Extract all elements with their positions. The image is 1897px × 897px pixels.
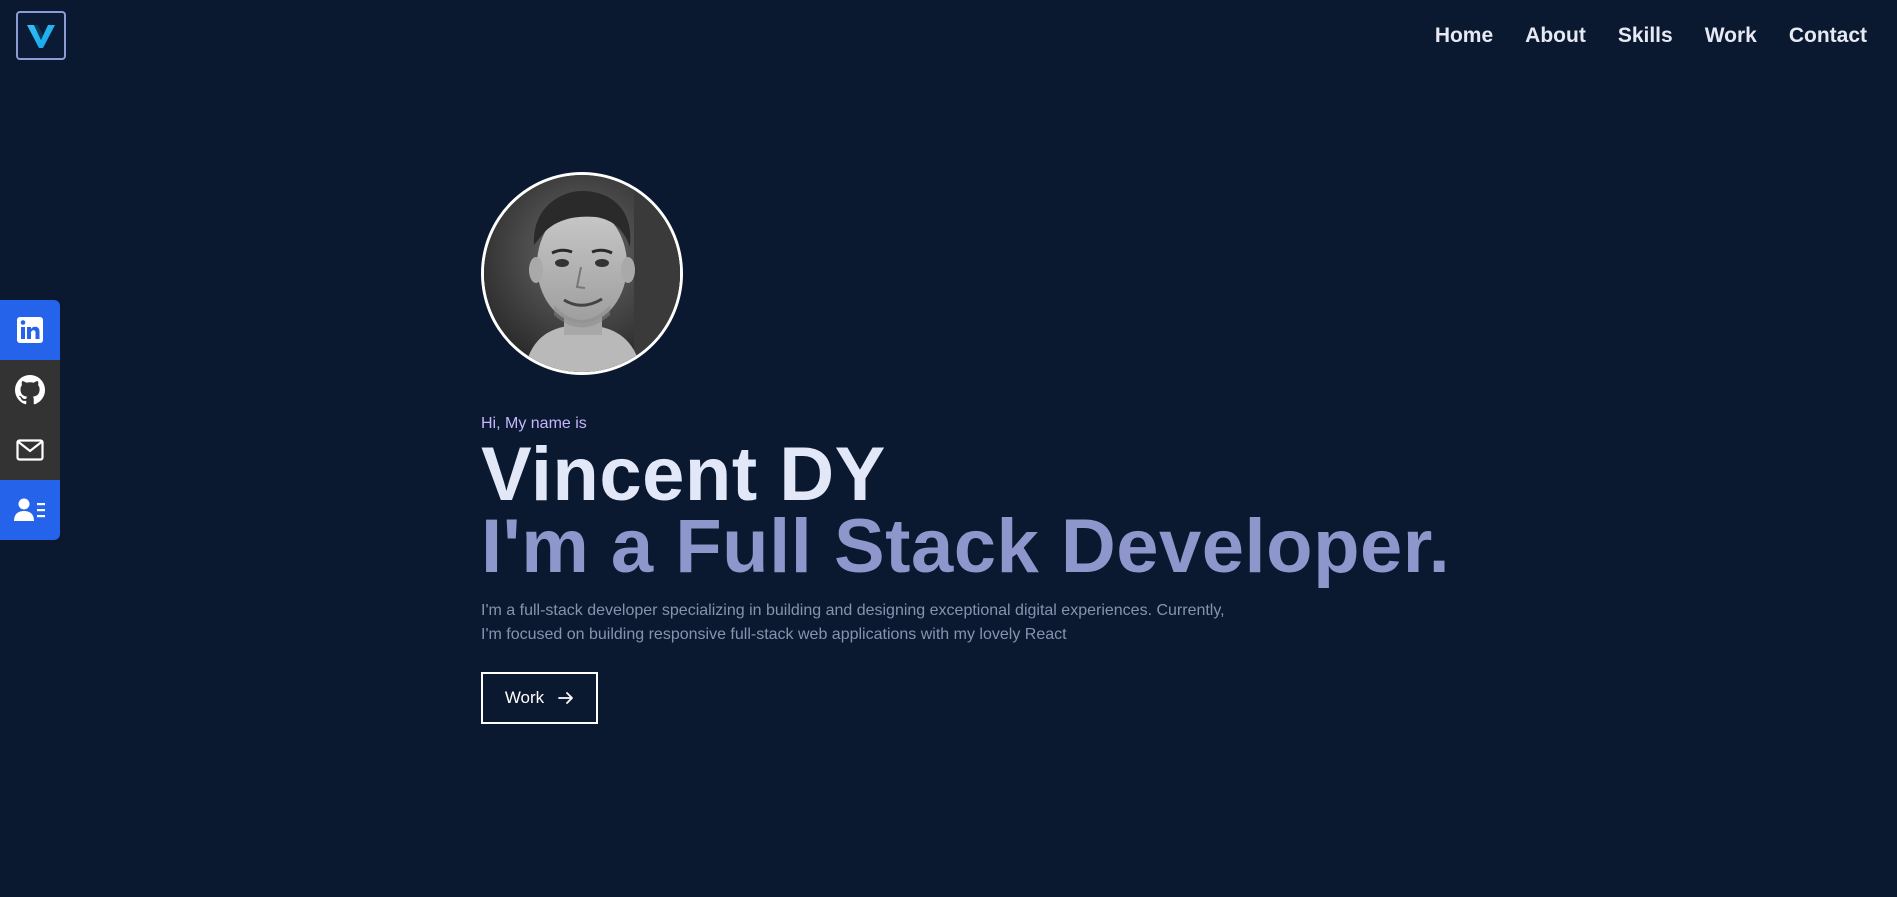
email-link[interactable]	[0, 420, 60, 480]
social-sidebar	[0, 300, 60, 540]
hero-description-line-2: I'm focused on building responsive full-…	[481, 626, 1067, 643]
site-logo[interactable]	[16, 11, 66, 60]
nav-home[interactable]: Home	[1435, 24, 1493, 48]
main-nav: Home About Skills Work Contact	[1435, 24, 1867, 48]
hero-title: I'm a Full Stack Developer.	[481, 504, 1451, 589]
nav-work[interactable]: Work	[1705, 24, 1757, 48]
work-button-label: Work	[504, 688, 545, 707]
hero-name: Vincent DY	[481, 432, 886, 517]
nav-about[interactable]: About	[1525, 24, 1586, 48]
github-link[interactable]	[0, 360, 60, 420]
v-logo-icon	[27, 24, 55, 48]
page: Home About Skills Work Contact Hi, My na…	[0, 0, 1897, 897]
linkedin-icon	[17, 317, 43, 343]
hero-section: Hi, My name is Vincent DY I'm a Full Sta…	[481, 172, 1481, 724]
nav-skills[interactable]: Skills	[1618, 24, 1673, 48]
work-button[interactable]: Work	[481, 672, 598, 724]
profile-photo	[481, 172, 683, 375]
arrow-right-icon	[558, 692, 574, 704]
linkedin-link[interactable]	[0, 300, 60, 360]
hero-description: I'm a full-stack developer specializing …	[481, 599, 1241, 647]
hero-description-line-1: I'm a full-stack developer specializing …	[481, 602, 1225, 619]
portrait-image	[484, 175, 680, 372]
resume-icon	[14, 498, 45, 521]
nav-contact[interactable]: Contact	[1789, 24, 1867, 48]
hero-greeting: Hi, My name is	[481, 415, 587, 432]
resume-link[interactable]	[0, 480, 60, 540]
mail-icon	[16, 439, 44, 461]
github-icon	[15, 375, 45, 405]
